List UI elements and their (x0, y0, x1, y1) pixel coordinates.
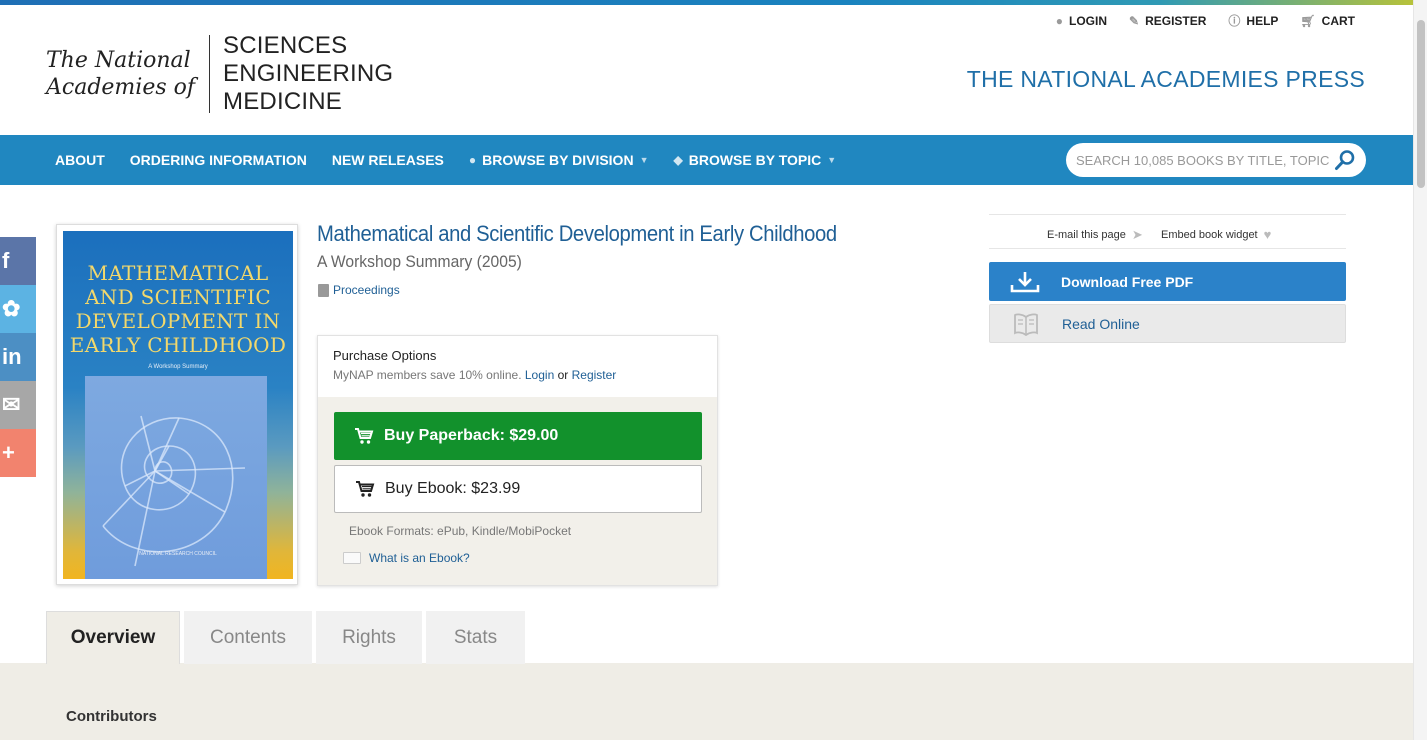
email-icon[interactable]: ✉ (0, 381, 36, 429)
facebook-icon[interactable]: f (0, 237, 36, 285)
pencil-icon: ✎ (1129, 13, 1140, 28)
read-online-button[interactable]: Read Online (989, 304, 1346, 343)
social-share-rail: f ✿ in ✉ + (0, 237, 36, 477)
tab-overview[interactable]: Overview (46, 611, 180, 664)
nav-browse-by-topic[interactable]: ◆ BROWSE BY TOPIC ▼ (673, 152, 836, 168)
share-row: E-mail this page ➤ Embed book widget ♥ (989, 214, 1346, 249)
purchase-options-box: Purchase Options MyNAP members save 10% … (317, 335, 718, 586)
scrollbar-thumb[interactable] (1417, 20, 1425, 188)
purchase-options-header: Purchase Options MyNAP members save 10% … (318, 336, 717, 397)
login-link-inline[interactable]: Login (525, 368, 554, 382)
cart-icon (355, 428, 374, 444)
buy-ebook-button[interactable]: Buy Ebook: $23.99 (334, 465, 702, 513)
tab-rights[interactable]: Rights (316, 611, 422, 664)
open-book-icon (990, 312, 1062, 336)
member-discount-note: MyNAP members save 10% online. Login or … (333, 368, 617, 382)
search-icon[interactable] (1334, 149, 1356, 171)
book-cover-image: MATHEMATICAL AND SCIENTIFIC DEVELOPMENT … (63, 231, 293, 579)
book-cover[interactable]: MATHEMATICAL AND SCIENTIFIC DEVELOPMENT … (56, 224, 298, 585)
search-box (1066, 143, 1366, 177)
nav-browse-by-division[interactable]: ● BROWSE BY DIVISION ▼ (469, 152, 649, 168)
buy-paperback-button[interactable]: Buy Paperback: $29.00 (334, 412, 702, 460)
book-subtitle: A Workshop Summary (2005) (317, 252, 522, 271)
press-title[interactable]: THE NATIONAL ACADEMIES PRESS (967, 66, 1365, 93)
chevron-down-icon: ▼ (639, 155, 649, 165)
download-icon (989, 270, 1061, 294)
logo-left-text: The National Academies of (46, 48, 196, 100)
tab-stats[interactable]: Stats (426, 611, 525, 664)
question-icon: ⓘ (1228, 14, 1241, 28)
people-icon: ● (468, 153, 477, 167)
cover-title: MATHEMATICAL AND SCIENTIFIC DEVELOPMENT … (69, 261, 287, 357)
cart-icon (356, 481, 375, 497)
register-link[interactable]: ✎ REGISTER (1129, 12, 1206, 29)
cover-subtitle: A Workshop Summary (148, 364, 208, 370)
tag-icon: ◆ (673, 153, 683, 167)
paper-plane-icon: ➤ (1131, 227, 1143, 242)
download-pdf-button[interactable]: Download Free PDF (989, 262, 1346, 301)
search-input[interactable] (1076, 149, 1332, 171)
heart-icon: ♥ (1263, 227, 1272, 242)
what-is-ebook-link[interactable]: What is an Ebook? (343, 551, 470, 565)
user-icon: ● (1055, 13, 1063, 28)
twitter-icon[interactable]: ✿ (0, 285, 36, 333)
nav-about[interactable]: ABOUT (55, 152, 105, 168)
cart-icon: 🛒︎ (1300, 13, 1316, 28)
logo-right-text: SCIENCES ENGINEERING MEDICINE (223, 32, 394, 115)
cover-publisher: NATIONAL RESEARCH COUNCIL (139, 551, 217, 557)
linkedin-icon[interactable]: in (0, 333, 36, 381)
purchase-options-title: Purchase Options (333, 348, 437, 363)
login-link[interactable]: ● LOGIN (1056, 12, 1107, 29)
tab-contents[interactable]: Contents (184, 611, 312, 664)
page-scrollbar[interactable] (1413, 0, 1427, 740)
embed-widget-link[interactable]: Embed book widget ♥ (1161, 227, 1271, 242)
register-link-inline[interactable]: Register (572, 368, 617, 382)
tab-bar: Overview Contents Rights Stats (46, 611, 525, 664)
top-accent-stripe (0, 0, 1413, 5)
ebook-icon (343, 552, 361, 564)
email-page-link[interactable]: E-mail this page ➤ (1047, 227, 1143, 243)
chevron-down-icon: ▼ (827, 155, 837, 165)
contributors-heading: Contributors (66, 708, 157, 725)
cart-link[interactable]: 🛒︎ CART (1300, 12, 1355, 29)
help-link[interactable]: ⓘ HELP (1228, 12, 1278, 29)
utility-nav: ● LOGIN ✎ REGISTER ⓘ HELP 🛒︎ CART (1056, 12, 1355, 29)
book-type-link[interactable]: Proceedings (318, 283, 400, 297)
plus-icon[interactable]: + (0, 429, 36, 477)
book-title: Mathematical and Scientific Development … (317, 221, 837, 246)
site-logo[interactable]: The National Academies of SCIENCES ENGIN… (46, 32, 393, 116)
nav-ordering-information[interactable]: ORDERING INFORMATION (130, 152, 307, 168)
nautilus-shell-image (85, 376, 267, 579)
nav-new-releases[interactable]: NEW RELEASES (332, 152, 444, 168)
content-area: Contributors (0, 663, 1413, 740)
book-icon (318, 283, 329, 297)
ebook-formats: Ebook Formats: ePub, Kindle/MobiPocket (349, 524, 572, 538)
main-nav: ABOUT ORDERING INFORMATION NEW RELEASES … (0, 135, 1413, 185)
